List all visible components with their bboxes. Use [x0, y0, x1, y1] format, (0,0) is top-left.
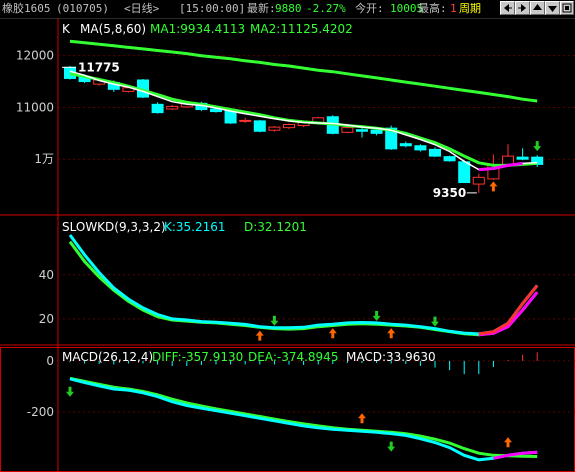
- candle-body: [458, 161, 471, 184]
- time-label: [15:00:00]: [179, 2, 246, 15]
- panel-title: SLOWKD(9,3,3,2): [62, 220, 166, 234]
- ma1-value: MA1:9934.4113: [150, 22, 245, 36]
- candle-body: [356, 129, 368, 132]
- diff-value: DIFF:-357.9130: [152, 350, 243, 364]
- ma2-value: MA2:11125.4202: [250, 22, 353, 36]
- candle-body: [502, 155, 514, 165]
- period-tag: <日线>: [124, 2, 160, 15]
- low-annotation: 9350: [433, 186, 466, 200]
- ma-params: MA(5,8,60): [80, 22, 146, 36]
- y-tick-label: 40: [39, 268, 54, 282]
- y-tick-label: 1万: [34, 152, 54, 166]
- arrow-right-box-icon[interactable]: [515, 1, 530, 15]
- candle-body: [516, 156, 529, 160]
- high-annotation: 11775: [78, 60, 120, 74]
- latest-label: 最新:: [247, 2, 276, 15]
- buy-arrow-icon: [387, 328, 396, 339]
- candle-body: [253, 120, 266, 132]
- buy-arrow-icon: [358, 413, 366, 424]
- y-tick-label: -200: [27, 405, 54, 419]
- sell-arrow-icon: [387, 441, 396, 452]
- dea-line: [69, 376, 538, 458]
- kline-panel: 12000 11000 1万 K MA(5,8,60) MA1:9934.4113 MA2:…: [16, 22, 575, 200]
- arrow-left-box-icon[interactable]: [500, 1, 515, 15]
- arrow-down-box-icon[interactable]: [545, 1, 560, 15]
- candle-body: [268, 126, 281, 131]
- sell-arrow-icon: [270, 315, 279, 326]
- candle-body: [399, 143, 412, 147]
- sell-arrow-icon: [431, 316, 439, 327]
- active-panel-frame: [0, 347, 575, 472]
- buy-arrow-icon: [328, 328, 337, 339]
- candle-body: [370, 129, 383, 134]
- window-box-icon[interactable]: [560, 1, 574, 15]
- buy-arrow-icon: [504, 437, 512, 448]
- candle-body: [414, 145, 427, 151]
- d-value: D:32.1201: [244, 220, 307, 234]
- candle-body: [283, 124, 295, 129]
- change-value: -2.27%: [306, 2, 346, 15]
- dea-value: DEA:-374.8945: [248, 350, 338, 364]
- buy-arrow-icon: [255, 330, 264, 341]
- macd-panel: 0 -200 MACD(26,12,4)DIFF:-357.9130 DEA:-374…: [27, 350, 575, 462]
- candle-body: [239, 119, 252, 122]
- y-tick-label: 12000: [16, 49, 54, 63]
- chart-area: 12000 11000 1万 K MA(5,8,60) MA1:9934.4113 MA2:…: [0, 18, 575, 472]
- k-value: K:35.2161: [164, 220, 226, 234]
- sell-arrow-icon: [66, 386, 74, 397]
- y-tick-label: 0: [46, 354, 54, 368]
- candle-body: [341, 127, 354, 133]
- latest-value: 9880: [275, 2, 302, 15]
- open-label: 今开:: [355, 2, 384, 15]
- d-line: [68, 240, 539, 337]
- candle-body: [443, 156, 456, 162]
- buy-arrow-icon: [489, 181, 498, 192]
- arrow-up-box-icon[interactable]: [530, 1, 545, 15]
- panel-title: K: [62, 22, 71, 36]
- candle-body: [429, 148, 441, 157]
- diff-line: [69, 377, 538, 462]
- instrument-name: 橡胶1605: [2, 2, 51, 15]
- panel-title: MACD(26,12,4): [62, 350, 153, 364]
- y-tick-label: 11000: [16, 100, 54, 114]
- high-label: 最高:: [418, 2, 447, 15]
- title-bar: 橡胶1605 (010705) <日线> [15:00:00] 最新: 9880…: [0, 0, 575, 19]
- instrument-code: (010705): [56, 2, 109, 15]
- sell-arrow-icon: [533, 141, 542, 152]
- candle-body: [166, 105, 179, 110]
- slowkd-panel: 40 20 SLOWKD(9,3,3,2)K:35.2161 D:32.1201: [39, 220, 575, 341]
- candle-body: [151, 103, 164, 114]
- panel-frames: [0, 18, 575, 472]
- cycle-link[interactable]: 周期: [459, 1, 481, 16]
- high-value: 1: [450, 2, 457, 15]
- candle-body: [472, 176, 485, 185]
- y-tick-label: 20: [39, 312, 54, 326]
